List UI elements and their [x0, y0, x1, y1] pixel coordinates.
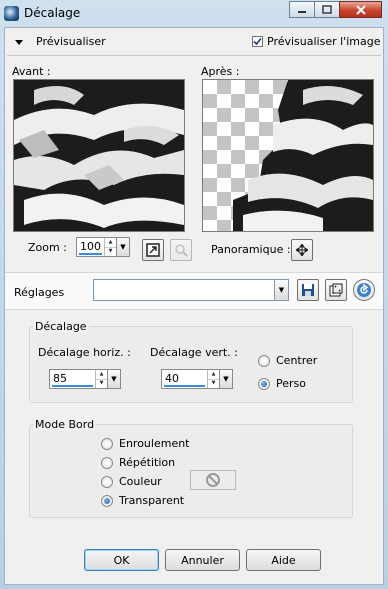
preview-checkbox-label: Prévisualiser l'image — [267, 35, 381, 48]
save-preset-button[interactable] — [297, 279, 319, 301]
reset-button[interactable] — [353, 279, 375, 301]
zoom-spinbox[interactable]: 100 ▲ ▼ ▼ — [76, 237, 130, 257]
transparent-radio-option[interactable]: Transparent — [101, 494, 184, 507]
zoom-down-arrow[interactable]: ▼ — [105, 246, 116, 257]
center-radio[interactable] — [258, 354, 270, 367]
transparent-radio[interactable] — [101, 494, 113, 507]
snowy-pine-image — [14, 80, 184, 231]
repeat-radio-option[interactable]: Répétition — [101, 456, 175, 469]
maximize-button[interactable] — [314, 1, 340, 18]
triangle-down-icon — [15, 40, 23, 45]
zoom-value[interactable]: 100 — [77, 238, 104, 256]
horiz-down-arrow[interactable]: ▼ — [96, 378, 107, 389]
preview-collapse-toggle[interactable] — [14, 37, 24, 50]
preview-image-checkbox[interactable]: Prévisualiser l'image — [252, 35, 380, 48]
color-radio[interactable] — [101, 475, 113, 488]
offset-group-title: Décalage — [33, 320, 89, 333]
no-color-icon — [206, 473, 220, 487]
custom-radio[interactable] — [258, 377, 270, 390]
horiz-offset-spinbox[interactable]: 85 ▲ ▼ ▼ — [49, 369, 121, 389]
custom-radio-option[interactable]: Perso — [258, 377, 306, 390]
color-radio-label: Couleur — [119, 475, 162, 488]
randomize-button[interactable] — [325, 279, 347, 301]
maximize-icon — [322, 5, 332, 14]
horiz-offset-label: Décalage horiz. : — [38, 346, 131, 359]
zoom-up-arrow[interactable]: ▲ — [105, 238, 116, 247]
presets-combobox[interactable]: ▼ — [93, 279, 289, 301]
vert-offset-value[interactable]: 40 — [162, 370, 207, 388]
close-button[interactable] — [339, 1, 382, 18]
vert-up-arrow[interactable]: ▲ — [208, 370, 219, 379]
minimize-icon — [298, 10, 306, 13]
offset-pine-image — [233, 80, 373, 231]
pan-label: Panoramique : — [211, 243, 291, 256]
presets-label: Réglages — [14, 286, 65, 299]
reset-icon — [357, 283, 371, 297]
center-radio-option[interactable]: Centrer — [258, 354, 317, 367]
presets-dropdown-arrow[interactable]: ▼ — [274, 280, 288, 300]
zoom-fit-button[interactable] — [142, 239, 164, 261]
vert-offset-spinbox[interactable]: 40 ▲ ▼ ▼ — [161, 369, 233, 389]
vert-dropdown-arrow[interactable]: ▼ — [219, 370, 232, 388]
wrap-radio-option[interactable]: Enroulement — [101, 437, 190, 450]
window-title: Décalage — [24, 6, 81, 20]
zoom-dropdown-arrow[interactable]: ▼ — [116, 238, 129, 256]
horiz-offset-value[interactable]: 85 — [50, 370, 95, 388]
zoom-actual-size-button[interactable] — [170, 239, 192, 261]
edge-mode-group-title: Mode Bord — [33, 418, 97, 431]
title-bar[interactable]: Décalage — [0, 0, 388, 27]
preview-section-label: Prévisualiser — [36, 35, 106, 48]
separator — [7, 55, 381, 56]
center-radio-label: Centrer — [276, 354, 318, 367]
app-icon — [4, 6, 19, 21]
dialog-window: Décalage Prévisualiser Prévisualiser l'i… — [0, 0, 388, 589]
horiz-dropdown-arrow[interactable]: ▼ — [107, 370, 120, 388]
transparent-radio-label: Transparent — [119, 494, 185, 507]
color-radio-option[interactable]: Couleur — [101, 475, 162, 488]
vert-down-arrow[interactable]: ▼ — [208, 378, 219, 389]
zoom-label: Zoom : — [28, 241, 67, 254]
wrap-radio-label: Enroulement — [119, 437, 190, 450]
custom-radio-label: Perso — [276, 377, 306, 390]
before-label: Avant : — [12, 65, 51, 78]
checkmark-icon — [253, 37, 262, 46]
after-preview-image — [202, 79, 374, 232]
fit-window-icon — [146, 243, 160, 257]
magnifier-icon — [175, 244, 188, 257]
before-preview-image — [13, 79, 185, 232]
repeat-radio[interactable] — [101, 456, 113, 469]
repeat-radio-label: Répétition — [119, 456, 176, 469]
cancel-button[interactable]: Annuler — [165, 549, 240, 571]
ok-button[interactable]: OK — [84, 549, 159, 571]
floppy-disk-icon — [302, 284, 314, 296]
pan-button[interactable] — [291, 239, 313, 261]
presets-value[interactable] — [94, 280, 274, 300]
dice-icon — [329, 283, 343, 297]
horiz-up-arrow[interactable]: ▲ — [96, 370, 107, 379]
edge-color-swatch[interactable] — [190, 470, 236, 490]
help-button[interactable]: Aide — [246, 549, 321, 571]
move-arrows-icon — [296, 244, 308, 256]
preview-checkbox-box[interactable] — [252, 36, 263, 47]
wrap-radio[interactable] — [101, 437, 113, 450]
close-icon — [355, 4, 366, 15]
minimize-button[interactable] — [289, 1, 315, 18]
vert-offset-label: Décalage vert. : — [150, 346, 238, 359]
dialog-client: Prévisualiser Prévisualiser l'image Avan… — [4, 27, 384, 585]
after-label: Après : — [201, 65, 240, 78]
